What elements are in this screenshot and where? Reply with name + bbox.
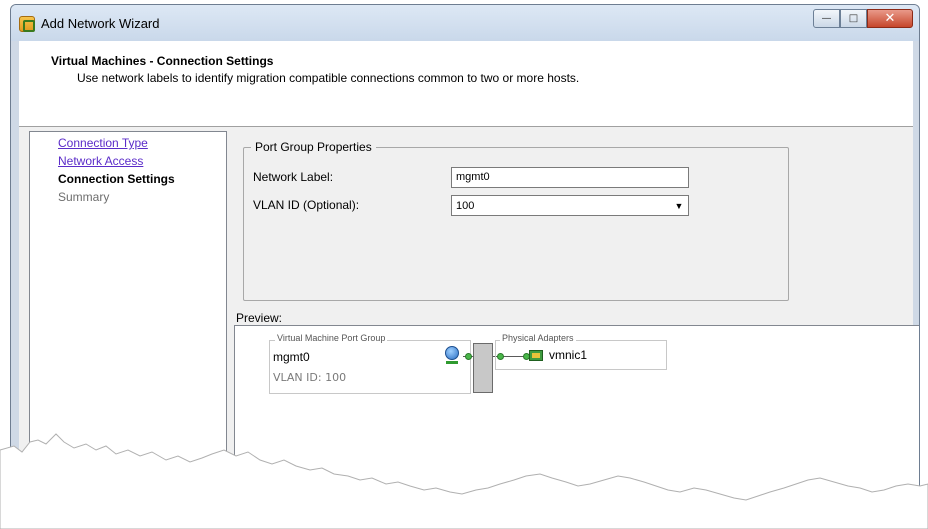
window-controls: — □ ✕ xyxy=(813,9,913,29)
port-group-vlan: VLAN ID: 100 xyxy=(273,371,347,384)
wizard-header: Virtual Machines - Connection Settings U… xyxy=(19,41,913,127)
vlan-id-value: 100 xyxy=(456,200,475,212)
title-bar[interactable]: Add Network Wizard — □ ✕ xyxy=(11,5,919,41)
port-group-properties-legend: Port Group Properties xyxy=(251,140,376,154)
window-title: Add Network Wizard xyxy=(41,16,160,31)
adapter-name: vmnic1 xyxy=(549,348,588,362)
close-button[interactable]: ✕ xyxy=(867,9,913,28)
app-icon xyxy=(19,16,35,32)
dropdown-arrow-icon[interactable]: ▼ xyxy=(670,196,688,215)
nav-connection-type[interactable]: Connection Type xyxy=(58,136,148,150)
physical-adapters-legend: Physical Adapters xyxy=(500,333,576,343)
network-adapter-icon xyxy=(529,350,543,361)
page-title: Virtual Machines - Connection Settings xyxy=(51,54,274,68)
vlan-id-select[interactable]: 100 ▼ xyxy=(451,195,689,216)
nav-summary: Summary xyxy=(58,190,110,204)
network-label-label: Network Label: xyxy=(253,170,334,184)
nav-connection-settings: Connection Settings xyxy=(58,172,175,186)
torn-edge xyxy=(0,433,928,529)
vlan-id-label: VLAN ID (Optional): xyxy=(253,198,360,212)
preview-label: Preview: xyxy=(236,311,283,325)
connection-dot-icon xyxy=(465,353,472,360)
minimize-button[interactable]: — xyxy=(813,9,840,28)
vm-port-group-box xyxy=(269,340,471,394)
network-base-icon xyxy=(446,361,458,364)
page-description: Use network labels to identify migration… xyxy=(77,71,580,85)
maximize-button[interactable]: □ xyxy=(840,9,867,28)
port-group-name: mgmt0 xyxy=(273,350,310,364)
virtual-switch xyxy=(473,343,493,393)
vm-port-group-legend: Virtual Machine Port Group xyxy=(275,333,388,343)
network-label-input[interactable]: mgmt0 xyxy=(451,167,689,188)
virtual-machine-network-icon xyxy=(445,346,459,360)
nav-network-access[interactable]: Network Access xyxy=(58,154,143,168)
